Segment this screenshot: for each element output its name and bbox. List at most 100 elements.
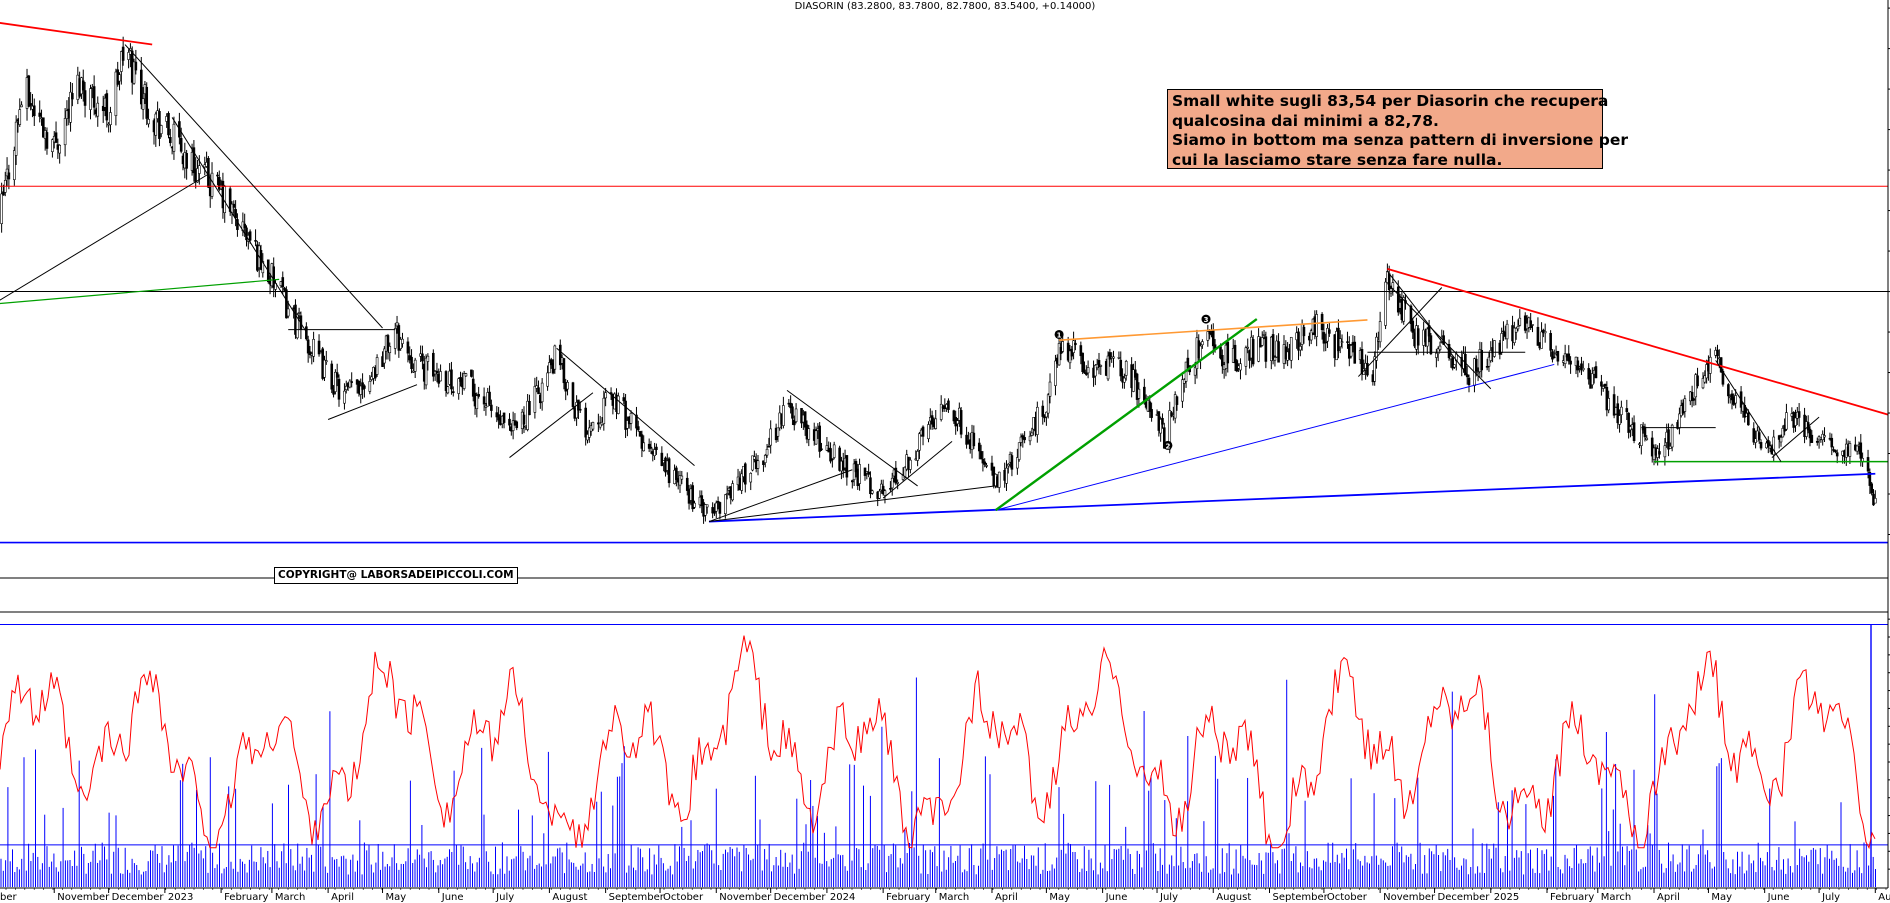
candle-body <box>1036 406 1039 435</box>
candle <box>1251 335 1255 367</box>
candle-body <box>1143 386 1146 401</box>
candle-body <box>1438 345 1442 350</box>
candle-body <box>1346 341 1349 343</box>
copyright-label: COPYRIGHT@ LABORSADEIPICCOLI.COM <box>274 567 518 584</box>
candle <box>1493 339 1496 358</box>
candle-body <box>896 482 899 484</box>
candle-body <box>89 88 92 110</box>
candle-body <box>1251 339 1255 365</box>
candle-body <box>96 102 100 117</box>
candle <box>959 407 963 439</box>
candle-body <box>159 125 163 134</box>
candle-body <box>134 61 138 71</box>
candle-body <box>92 86 96 108</box>
candle-body <box>243 223 246 229</box>
candle-body <box>281 277 285 288</box>
candle-body <box>918 433 921 451</box>
candle-body <box>58 144 61 154</box>
candle-body <box>210 172 214 197</box>
candle-body <box>820 448 823 451</box>
candle-body <box>818 425 821 452</box>
candle-body <box>1493 340 1496 357</box>
candle-body <box>883 490 887 496</box>
candle-body <box>29 103 32 106</box>
candle-body <box>207 158 210 188</box>
candle-body <box>1855 445 1859 452</box>
candle-body <box>675 467 678 480</box>
candle-body <box>7 172 11 180</box>
candle-body <box>602 397 606 425</box>
candle-body <box>1119 359 1123 377</box>
candle-body <box>1603 383 1607 387</box>
x-tick-label: June <box>1767 892 1790 903</box>
candle-body <box>343 390 346 404</box>
candle-body <box>528 400 531 416</box>
x-tick-label: 2023 <box>168 892 193 903</box>
candle-body <box>248 231 252 241</box>
x-tick-label: May <box>1049 892 1070 903</box>
candle-body <box>421 353 424 362</box>
candle-body <box>1010 455 1014 470</box>
candle-body <box>286 308 290 317</box>
x-tick-label: March <box>1601 892 1631 903</box>
candle-body <box>1072 340 1075 353</box>
candle-body <box>1048 381 1052 397</box>
candle-body <box>807 428 811 440</box>
candle-body <box>1708 356 1712 374</box>
x-tick-label: 2024 <box>830 892 855 903</box>
x-tick-label: February <box>1550 892 1594 903</box>
x-tick-label: December <box>112 892 165 903</box>
candle-body <box>1625 408 1629 413</box>
candle-body <box>83 90 87 106</box>
candle-body <box>591 422 595 430</box>
candle-body <box>1289 337 1293 361</box>
candle-body <box>1057 343 1061 366</box>
candle-body <box>305 326 308 340</box>
candle-body <box>649 446 653 449</box>
x-tick-label: September <box>1272 892 1328 903</box>
x-tick-label: May <box>386 892 407 903</box>
candle-body <box>450 369 453 390</box>
candle-body <box>890 477 894 489</box>
candle-body <box>724 494 727 514</box>
candle-body <box>1030 432 1034 436</box>
candle-body <box>167 112 170 136</box>
candle-body <box>934 418 938 429</box>
candle-body <box>1041 405 1045 417</box>
x-tick-label: May <box>1711 892 1732 903</box>
candle-body <box>1112 356 1115 359</box>
candle-body <box>1618 415 1621 425</box>
candle-body <box>1830 437 1834 448</box>
candle-body <box>1271 334 1275 360</box>
candle-body <box>629 412 633 424</box>
candle-body <box>522 414 526 425</box>
candle-body <box>1581 367 1585 371</box>
x-tick-label: February <box>224 892 268 903</box>
candle-body <box>1505 323 1509 340</box>
candle <box>145 82 149 126</box>
candle-body <box>553 345 557 370</box>
candle-body <box>118 74 121 82</box>
candle-body <box>972 432 976 447</box>
candle-body <box>1734 395 1737 404</box>
candle-body <box>533 386 537 413</box>
candle-body <box>985 465 988 467</box>
candle-body <box>1594 366 1598 379</box>
candle-body <box>1757 432 1761 440</box>
candle-body <box>977 442 981 452</box>
candle-body <box>705 504 709 508</box>
candle-body <box>584 407 587 438</box>
candle <box>667 456 671 488</box>
candle-body <box>337 378 341 400</box>
candle-body <box>642 442 646 452</box>
candle-body <box>1453 364 1456 368</box>
candle-body <box>1678 413 1681 429</box>
candle-body <box>232 203 236 208</box>
x-tick-label: July <box>1821 892 1840 903</box>
candle <box>1017 442 1021 462</box>
x-tick-label: October <box>663 892 704 903</box>
candle-body <box>141 98 145 110</box>
candle-body <box>1785 412 1788 430</box>
candle-body <box>1815 440 1819 443</box>
candle-body <box>743 463 747 485</box>
